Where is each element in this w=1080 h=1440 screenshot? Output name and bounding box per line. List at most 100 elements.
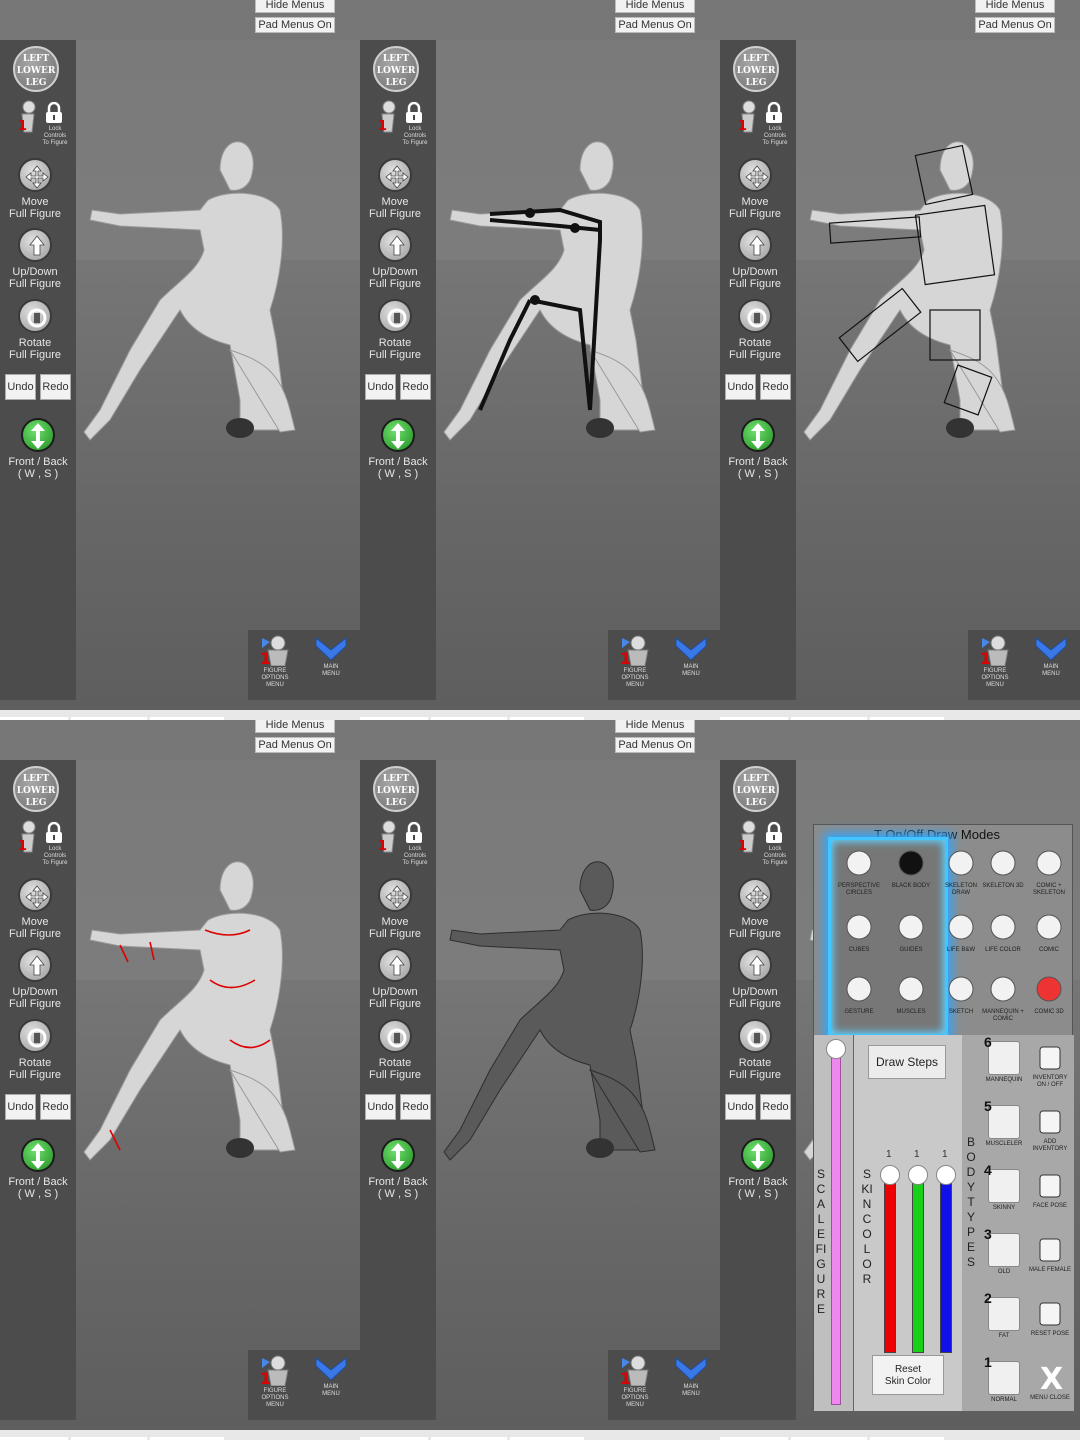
lock-icon[interactable]: [404, 822, 424, 844]
hide-menus-button[interactable]: Hide Menus: [615, 0, 695, 13]
posed-figure[interactable]: [440, 110, 720, 470]
selected-part-badge[interactable]: LEFT LOWER LEG: [733, 46, 779, 92]
move-full-figure-button[interactable]: Move Full Figure: [360, 878, 430, 940]
skin-green-knob[interactable]: [908, 1165, 928, 1185]
body-type-fat-button[interactable]: 2 FAT: [982, 1291, 1026, 1340]
rotate-full-figure-button[interactable]: Rotate Full Figure: [720, 299, 790, 361]
posed-figure[interactable]: [80, 110, 360, 470]
updown-full-figure-button[interactable]: Up/Down Full Figure: [0, 948, 70, 1010]
move-full-figure-button[interactable]: Move Full Figure: [0, 878, 70, 940]
updown-full-figure-button[interactable]: Up/Down Full Figure: [0, 228, 70, 290]
redo-button[interactable]: Redo: [40, 1094, 71, 1120]
skin-green-slider[interactable]: [912, 1175, 924, 1353]
redo-button[interactable]: Redo: [400, 374, 431, 400]
male-female-button[interactable]: MALE FEMALE: [1028, 1233, 1072, 1274]
lock-icon[interactable]: [764, 102, 784, 124]
draw-mode-life-color-button[interactable]: LIFE COLOR: [980, 913, 1026, 954]
pad-menus-button[interactable]: Pad Menus On: [615, 737, 695, 753]
move-full-figure-button[interactable]: Move Full Figure: [0, 158, 70, 220]
figure-options-menu-button[interactable]: 1 FIGURE OPTIONS MENU: [248, 634, 302, 689]
figure-select-icon[interactable]: 1: [736, 100, 758, 134]
skin-blue-slider[interactable]: [940, 1175, 952, 1353]
selected-part-badge[interactable]: LEFT LOWER LEG: [373, 46, 419, 92]
add-inventory-button[interactable]: ADD INVENTORY: [1028, 1105, 1072, 1153]
figure-select-icon[interactable]: 1: [16, 100, 38, 134]
rotate-full-figure-button[interactable]: Rotate Full Figure: [360, 1019, 430, 1081]
pad-menus-button[interactable]: Pad Menus On: [975, 17, 1055, 33]
draw-mode-sketch-button[interactable]: SKETCH: [938, 975, 984, 1016]
face-pose-button[interactable]: FACE POSE: [1028, 1169, 1072, 1210]
front-back-button[interactable]: Front / Back( W , S ): [720, 418, 796, 480]
rotate-full-figure-button[interactable]: Rotate Full Figure: [360, 299, 430, 361]
hide-menus-button[interactable]: Hide Menus: [255, 720, 335, 733]
reset-pose-button[interactable]: RESET POSE: [1028, 1297, 1072, 1338]
hide-menus-button[interactable]: Hide Menus: [615, 720, 695, 733]
updown-full-figure-button[interactable]: Up/Down Full Figure: [720, 228, 790, 290]
draw-mode-skeleton-3d-button[interactable]: SKELETON 3D: [980, 849, 1026, 890]
lock-icon[interactable]: [404, 102, 424, 124]
reset-skin-color-button[interactable]: Reset Skin Color: [872, 1355, 944, 1395]
figure-select-icon[interactable]: 1: [376, 100, 398, 134]
selected-part-badge[interactable]: LEFT LOWER LEG: [373, 766, 419, 812]
posed-figure[interactable]: [80, 830, 360, 1190]
rotate-full-figure-button[interactable]: Rotate Full Figure: [0, 299, 70, 361]
posed-figure[interactable]: [800, 110, 1080, 470]
hide-menus-button[interactable]: Hide Menus: [975, 0, 1055, 13]
redo-button[interactable]: Redo: [760, 374, 791, 400]
front-back-button[interactable]: Front / Back( W , S ): [0, 1138, 76, 1200]
body-type-normal-button[interactable]: 1 NORMAL: [982, 1355, 1026, 1404]
skin-red-knob[interactable]: [880, 1165, 900, 1185]
scale-knob[interactable]: [826, 1039, 846, 1059]
undo-button[interactable]: Undo: [725, 374, 756, 400]
body-type-old-button[interactable]: 3 OLD: [982, 1227, 1026, 1276]
draw-mode-comic-button[interactable]: COMIC: [1026, 913, 1072, 954]
undo-button[interactable]: Undo: [5, 1094, 36, 1120]
draw-mode-mannequin-comic-button[interactable]: MANNEQUIN + COMIC: [980, 975, 1026, 1023]
draw-mode-life-b-w-button[interactable]: LIFE B&W: [938, 913, 984, 954]
lock-icon[interactable]: [44, 102, 64, 124]
figure-options-menu-button[interactable]: 1 FIGURE OPTIONS MENU: [968, 634, 1022, 689]
body-type-mannequin-button[interactable]: 6 MANNEQUIN: [982, 1035, 1026, 1084]
inventory-on-off-button[interactable]: INVENTORY ON / OFF: [1028, 1041, 1072, 1089]
main-menu-button[interactable]: MAIN MENU: [304, 634, 358, 678]
undo-button[interactable]: Undo: [725, 1094, 756, 1120]
figure-options-menu-button[interactable]: 1 FIGURE OPTIONS MENU: [608, 1354, 662, 1409]
body-type-muscleler-button[interactable]: 5 MUSCLELER: [982, 1099, 1026, 1148]
main-menu-button[interactable]: MAIN MENU: [664, 634, 718, 678]
figure-select-icon[interactable]: 1: [376, 820, 398, 854]
body-type-skinny-button[interactable]: 4 SKINNY: [982, 1163, 1026, 1212]
scale-figure-slider[interactable]: SCALE FIGURE: [814, 1035, 854, 1411]
draw-mode-skeleton-draw-button[interactable]: SKELETON DRAW: [938, 849, 984, 897]
main-menu-button[interactable]: MAIN MENU: [1024, 634, 1078, 678]
draw-mode-cubes-button[interactable]: CUBES: [836, 913, 882, 954]
draw-mode-perspective-circles-button[interactable]: PERSPECTIVE CIRCLES: [836, 849, 882, 897]
draw-mode-gesture-button[interactable]: GESTURE: [836, 975, 882, 1016]
main-menu-button[interactable]: MAIN MENU: [304, 1354, 358, 1398]
redo-button[interactable]: Redo: [40, 374, 71, 400]
skin-red-slider[interactable]: [884, 1175, 896, 1353]
skin-blue-knob[interactable]: [936, 1165, 956, 1185]
selected-part-badge[interactable]: LEFT LOWER LEG: [13, 46, 59, 92]
figure-options-menu-button[interactable]: 1 FIGURE OPTIONS MENU: [608, 634, 662, 689]
draw-mode-muscles-button[interactable]: MUSCLES: [888, 975, 934, 1016]
figure-select-icon[interactable]: 1: [736, 820, 758, 854]
pad-menus-button[interactable]: Pad Menus On: [255, 17, 335, 33]
lock-icon[interactable]: [44, 822, 64, 844]
front-back-button[interactable]: Front / Back( W , S ): [360, 418, 436, 480]
pad-menus-button[interactable]: Pad Menus On: [615, 17, 695, 33]
move-full-figure-button[interactable]: Move Full Figure: [720, 158, 790, 220]
selected-part-badge[interactable]: LEFT LOWER LEG: [13, 766, 59, 812]
redo-button[interactable]: Redo: [400, 1094, 431, 1120]
figure-options-menu-button[interactable]: 1 FIGURE OPTIONS MENU: [248, 1354, 302, 1409]
figure-select-icon[interactable]: 1: [16, 820, 38, 854]
move-full-figure-button[interactable]: Move Full Figure: [360, 158, 430, 220]
draw-mode-guides-button[interactable]: GUIDES: [888, 913, 934, 954]
rotate-full-figure-button[interactable]: Rotate Full Figure: [0, 1019, 70, 1081]
selected-part-badge[interactable]: LEFT LOWER LEG: [733, 766, 779, 812]
draw-mode-black-body-button[interactable]: BLACK BODY: [888, 849, 934, 890]
undo-button[interactable]: Undo: [365, 1094, 396, 1120]
updown-full-figure-button[interactable]: Up/Down Full Figure: [360, 228, 430, 290]
main-menu-button[interactable]: MAIN MENU: [664, 1354, 718, 1398]
front-back-button[interactable]: Front / Back( W , S ): [0, 418, 76, 480]
redo-button[interactable]: Redo: [760, 1094, 791, 1120]
